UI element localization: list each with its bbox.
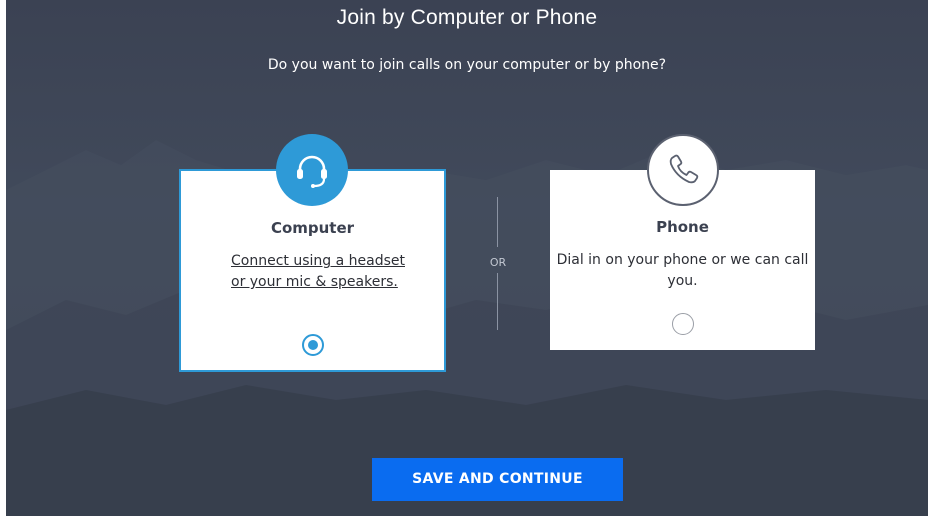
join-audio-dialog: Join by Computer or Phone Do you want to… [6,0,928,516]
or-label: OR [489,256,507,269]
phone-option-title: Phone [656,218,709,236]
dialog-subtitle: Do you want to join calls on your comput… [267,57,667,73]
dialog-title: Join by Computer or Phone [336,6,598,29]
phone-option-description: Dial in on your phone or we can call you… [556,252,809,289]
computer-option-radio[interactable] [302,334,324,356]
divider-line-top [497,197,498,247]
computer-option-title: Computer [270,219,355,237]
save-and-continue-button[interactable]: SAVE AND CONTINUE [372,458,623,501]
headset-icon [276,134,348,206]
phone-option-radio[interactable] [672,313,694,335]
divider-line-bottom [497,273,498,330]
phone-icon [647,134,719,206]
computer-option-description[interactable]: Connect using a headset or your mic & sp… [231,251,411,293]
